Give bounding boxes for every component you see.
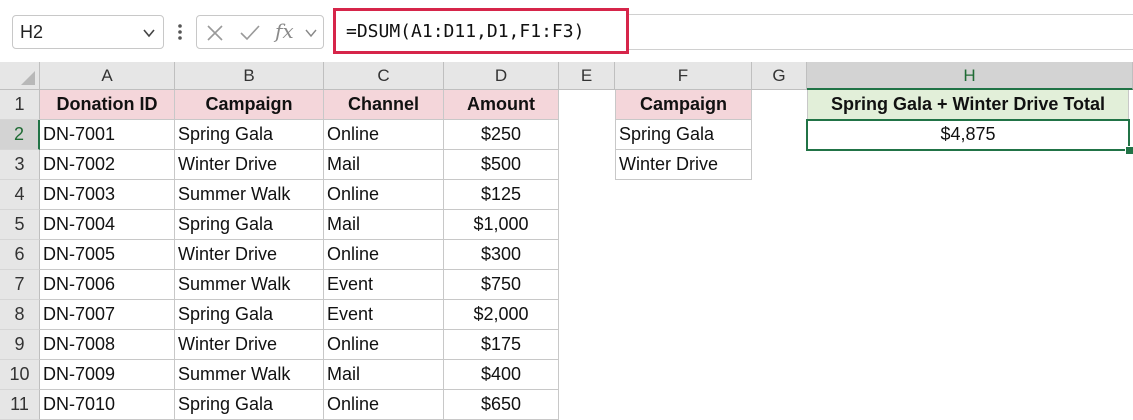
table-cell[interactable]: Event — [324, 270, 444, 300]
table-cell[interactable]: Online — [324, 330, 444, 360]
row-header-4[interactable]: 4 — [0, 180, 40, 210]
x-icon[interactable] — [205, 23, 225, 43]
row-header-5[interactable]: 5 — [0, 210, 40, 240]
formula-input[interactable]: =DSUM(A1:D11,D1,F1:F3) — [333, 8, 629, 54]
table-cell[interactable]: Winter Drive — [175, 150, 324, 180]
table-cell[interactable]: $400 — [444, 360, 559, 390]
column-header-c[interactable]: C — [324, 62, 444, 90]
table-cell[interactable]: Winter Drive — [175, 240, 324, 270]
criteria-header-campaign[interactable]: Campaign — [615, 90, 752, 120]
table-cell[interactable]: Summer Walk — [175, 360, 324, 390]
row-header-3[interactable]: 3 — [0, 150, 40, 180]
table-cell[interactable]: Online — [324, 240, 444, 270]
header-donation-id[interactable]: Donation ID — [40, 90, 175, 120]
table-cell[interactable]: DN-7006 — [40, 270, 175, 300]
table-cell[interactable]: Summer Walk — [175, 270, 324, 300]
header-amount[interactable]: Amount — [444, 90, 559, 120]
criteria-cell[interactable]: Winter Drive — [615, 150, 752, 180]
table-cell[interactable]: DN-7001 — [40, 120, 175, 150]
table-cell[interactable]: DN-7005 — [40, 240, 175, 270]
row-header-9[interactable]: 9 — [0, 330, 40, 360]
row-header-8[interactable]: 8 — [0, 300, 40, 330]
row-header-2[interactable]: 2 — [0, 120, 40, 150]
formula-text: =DSUM(A1:D11,D1,F1:F3) — [346, 21, 585, 42]
checkmark-icon[interactable] — [239, 23, 261, 43]
row-header-10[interactable]: 10 — [0, 360, 40, 390]
table-cell[interactable]: $750 — [444, 270, 559, 300]
chevron-down-icon[interactable] — [303, 25, 319, 41]
select-all-button[interactable] — [0, 62, 40, 90]
table-cell[interactable]: Summer Walk — [175, 180, 324, 210]
table-cell[interactable]: Spring Gala — [175, 210, 324, 240]
table-cell[interactable]: DN-7008 — [40, 330, 175, 360]
table-cell[interactable]: Mail — [324, 360, 444, 390]
column-header-b[interactable]: B — [175, 62, 324, 90]
table-cell[interactable]: Event — [324, 300, 444, 330]
table-cell[interactable]: $250 — [444, 120, 559, 150]
column-header-f[interactable]: F — [615, 62, 752, 90]
header-campaign[interactable]: Campaign — [175, 90, 324, 120]
table-cell[interactable]: $1,000 — [444, 210, 559, 240]
fx-icon[interactable]: fx — [275, 19, 294, 43]
table-cell[interactable]: DN-7009 — [40, 360, 175, 390]
result-header[interactable]: Spring Gala + Winter Drive Total — [807, 90, 1129, 120]
table-cell[interactable]: $300 — [444, 240, 559, 270]
formula-bar-area: H2 fx =DSUM(A1:D11,D1,F1:F3) — [0, 0, 1133, 62]
table-cell[interactable]: $500 — [444, 150, 559, 180]
column-header-g[interactable]: G — [752, 62, 807, 90]
row-header-7[interactable]: 7 — [0, 270, 40, 300]
row-header-6[interactable]: 6 — [0, 240, 40, 270]
table-cell[interactable]: $125 — [444, 180, 559, 210]
table-cell[interactable]: $2,000 — [444, 300, 559, 330]
table-cell[interactable]: DN-7007 — [40, 300, 175, 330]
column-header-e[interactable]: E — [559, 62, 615, 90]
table-cell[interactable]: Online — [324, 180, 444, 210]
table-cell[interactable]: DN-7003 — [40, 180, 175, 210]
select-all-triangle-icon — [21, 71, 35, 85]
vertical-dots-icon[interactable] — [170, 15, 190, 49]
table-cell[interactable]: Spring Gala — [175, 120, 324, 150]
row-header-1[interactable]: 1 — [0, 90, 40, 120]
table-cell[interactable]: DN-7004 — [40, 210, 175, 240]
column-header-d[interactable]: D — [444, 62, 559, 90]
column-header-a[interactable]: A — [40, 62, 175, 90]
active-cell-border — [806, 119, 1130, 151]
table-cell[interactable]: DN-7002 — [40, 150, 175, 180]
name-box[interactable]: H2 — [12, 15, 164, 49]
table-cell[interactable]: Winter Drive — [175, 330, 324, 360]
table-cell[interactable]: Mail — [324, 150, 444, 180]
criteria-cell[interactable]: Spring Gala — [615, 120, 752, 150]
table-cell[interactable]: Spring Gala — [175, 300, 324, 330]
table-cell[interactable]: Mail — [324, 210, 444, 240]
formula-controls: fx — [196, 15, 324, 49]
chevron-down-icon[interactable] — [141, 25, 157, 41]
name-box-value: H2 — [20, 22, 44, 42]
formula-bar-extension[interactable] — [629, 14, 1133, 50]
header-channel[interactable]: Channel — [324, 90, 444, 120]
column-header-h[interactable]: H — [807, 62, 1133, 90]
table-cell[interactable]: Online — [324, 120, 444, 150]
fill-handle[interactable] — [1125, 146, 1133, 155]
table-cell[interactable]: $175 — [444, 330, 559, 360]
